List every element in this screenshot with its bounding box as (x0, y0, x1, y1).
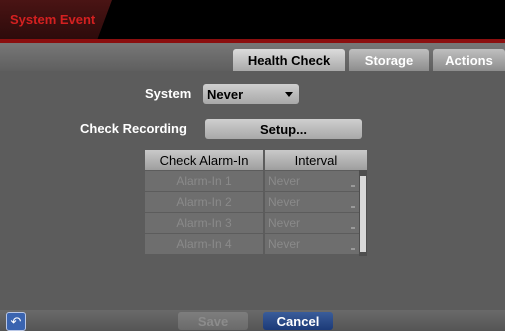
table-row[interactable]: Alarm-In 4 Never (145, 234, 359, 254)
table-row[interactable]: Alarm-In 3 Never (145, 213, 359, 233)
interval-value: Never (268, 174, 301, 188)
scrollbar-thumb[interactable] (360, 176, 366, 252)
interval-cell[interactable]: Never (265, 192, 359, 212)
system-dropdown[interactable]: Never (203, 84, 299, 104)
window-title: System Event (10, 12, 96, 27)
header-check-alarm-in: Check Alarm-In (145, 150, 263, 170)
cancel-button[interactable]: Cancel (263, 312, 333, 330)
interval-cell[interactable]: Never (265, 213, 359, 233)
alarm-in-cell: Alarm-In 1 (145, 171, 263, 191)
interval-cell[interactable]: Never (265, 234, 359, 254)
alarm-in-cell: Alarm-In 3 (145, 213, 263, 233)
header-interval: Interval (265, 150, 367, 170)
tab-storage[interactable]: Storage (349, 49, 429, 71)
table-row[interactable]: Alarm-In 2 Never (145, 192, 359, 212)
chevron-down-icon (285, 92, 293, 97)
footer-bar (0, 310, 505, 331)
interval-value: Never (268, 216, 301, 230)
chevron-down-icon (351, 225, 355, 229)
alarm-in-cell: Alarm-In 2 (145, 192, 263, 212)
chevron-down-icon (351, 183, 355, 187)
chevron-down-icon (351, 246, 355, 250)
save-button[interactable]: Save (178, 312, 248, 330)
system-label: System (145, 86, 192, 101)
table-header: Check Alarm-In Interval (145, 150, 367, 170)
check-recording-label: Check Recording (80, 121, 187, 136)
tab-actions[interactable]: Actions (433, 49, 505, 71)
table-scrollbar[interactable] (359, 170, 367, 256)
alarm-table: Check Alarm-In Interval Alarm-In 1 Never… (145, 150, 367, 256)
interval-value: Never (268, 237, 301, 251)
back-arrow-icon[interactable]: ↶ (6, 312, 26, 331)
setup-button[interactable]: Setup... (205, 119, 362, 139)
interval-value: Never (268, 195, 301, 209)
interval-cell[interactable]: Never (265, 171, 359, 191)
alarm-in-cell: Alarm-In 4 (145, 234, 263, 254)
tab-health-check[interactable]: Health Check (233, 49, 345, 71)
chevron-down-icon (351, 204, 355, 208)
table-row[interactable]: Alarm-In 1 Never (145, 171, 359, 191)
system-value: Never (207, 87, 244, 102)
